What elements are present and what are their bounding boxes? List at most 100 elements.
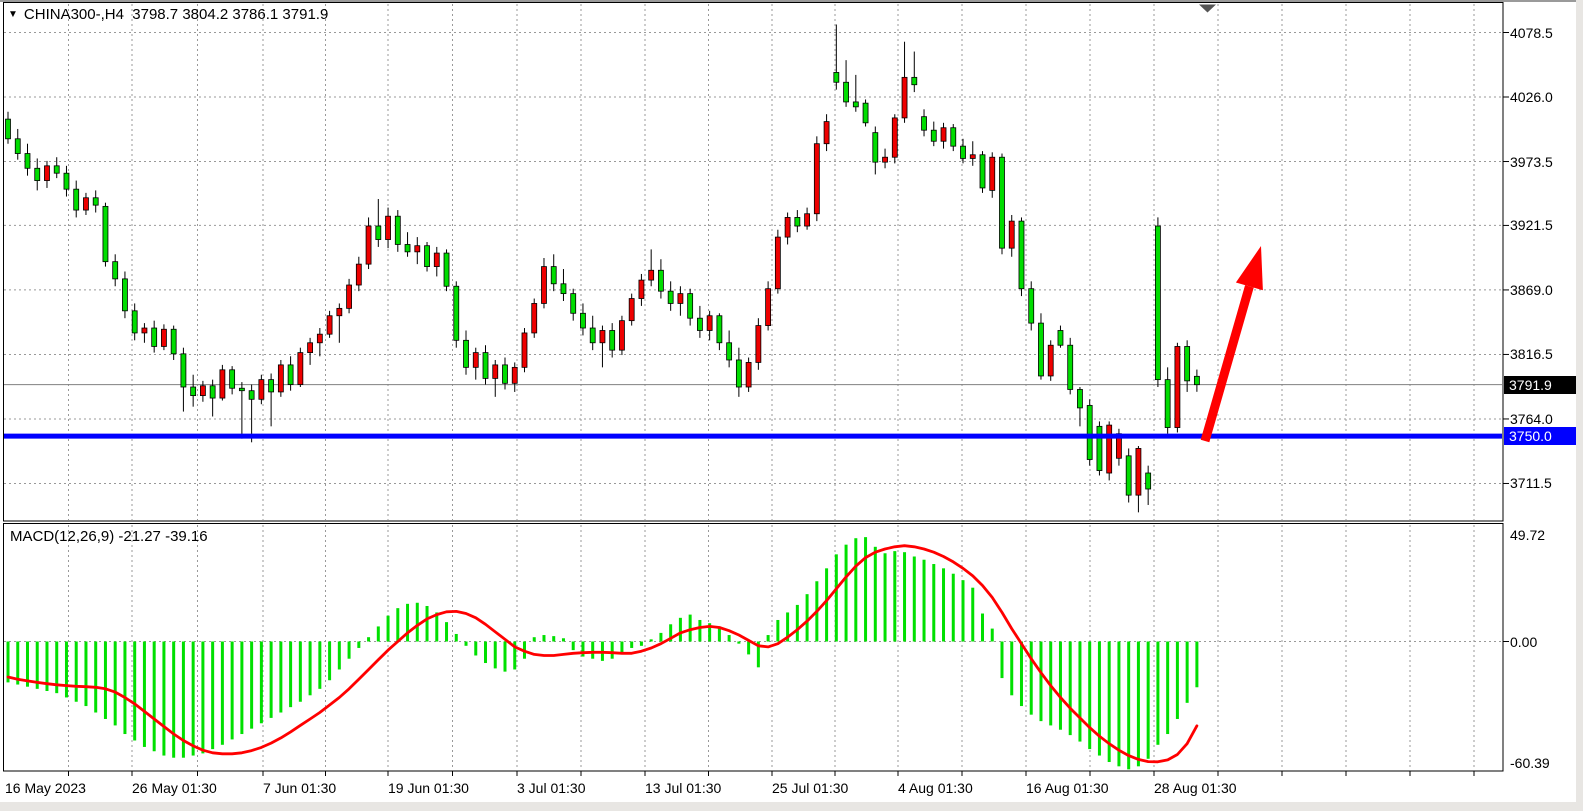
candle-body [473, 353, 478, 368]
candle-body [103, 206, 108, 261]
price-axis-label: 3973.5 [1510, 154, 1580, 170]
candle-body [230, 370, 235, 388]
macd-bar [1030, 642, 1033, 715]
macd-bar [893, 551, 896, 641]
candle-body [688, 294, 693, 319]
candle-body [483, 353, 488, 379]
candle-body [805, 214, 810, 226]
symbol-dropdown-icon[interactable]: ▼ [8, 9, 18, 20]
candle-body [1029, 289, 1034, 323]
candle-body [74, 189, 79, 210]
macd-bar [884, 553, 887, 641]
candle-body [376, 226, 381, 240]
macd-bar [591, 642, 594, 659]
macd-axis-label: 49.72 [1510, 527, 1580, 543]
candle-body [561, 284, 566, 294]
candle-body [415, 246, 420, 252]
macd-bar [640, 642, 643, 646]
macd-bar [581, 642, 584, 657]
candle-body [619, 321, 624, 350]
macd-bar [679, 618, 682, 642]
candle-body [707, 316, 712, 331]
candle-body [590, 328, 595, 343]
macd-bar [923, 560, 926, 642]
macd-bar [913, 556, 916, 641]
macd-bar [737, 642, 740, 644]
candle-body [1038, 323, 1043, 376]
macd-bar [776, 620, 779, 642]
candle-body [269, 380, 274, 392]
candle-body [200, 386, 205, 396]
macd-bar [932, 564, 935, 641]
chart-title: ▼CHINA300-,H4 3798.7 3804.2 3786.1 3791.… [8, 6, 328, 23]
candle-body [1165, 380, 1170, 428]
candle-body [629, 299, 634, 321]
trend-arrow-annotation[interactable] [1205, 246, 1263, 441]
macd-bar [192, 642, 195, 756]
macd-bar [845, 545, 848, 642]
macd-bar [903, 552, 906, 641]
macd-bar [1010, 642, 1013, 696]
candle-body [931, 130, 936, 141]
candle-body [980, 155, 985, 188]
candle-body [1126, 456, 1131, 495]
macd-bar [971, 588, 974, 642]
candle-body [658, 270, 663, 291]
macd-bar [981, 614, 984, 642]
candle-body [142, 328, 147, 333]
macd-bar [279, 642, 282, 713]
macd-bar [133, 642, 136, 741]
macd-bar [396, 608, 399, 641]
macd-bar [201, 642, 204, 754]
macd-bar [874, 547, 877, 642]
macd-bar [854, 538, 857, 641]
macd-bar [1000, 642, 1003, 679]
candle-body [308, 343, 313, 353]
candle-body [649, 270, 654, 280]
candle-body [113, 262, 118, 279]
macd-indicator-label: MACD(12,26,9) -21.27 -39.16 [10, 528, 208, 545]
window-bottom-edge [0, 802, 1583, 811]
candle-body [756, 326, 761, 363]
candle-body [1058, 330, 1063, 345]
macd-bar [84, 642, 87, 707]
macd-bar [1127, 642, 1130, 770]
candle-body [522, 333, 527, 367]
candle-body [191, 387, 196, 396]
macd-bar [562, 638, 565, 641]
macd-bar [474, 642, 477, 656]
candle-body [834, 72, 839, 82]
candle-body [25, 154, 30, 169]
macd-bar [328, 642, 331, 681]
candle-body [512, 367, 517, 383]
macd-bar [435, 612, 438, 641]
candle-body [1048, 345, 1053, 376]
candle-body [64, 173, 69, 189]
macd-bar [835, 554, 838, 641]
candle-body [122, 279, 127, 311]
price-axis-label: 4078.5 [1510, 25, 1580, 41]
candle-body [1068, 345, 1073, 389]
candle-body [132, 311, 137, 333]
macd-bar [1088, 642, 1091, 750]
candle-body [366, 226, 371, 264]
macd-bar [416, 603, 419, 642]
macd-bar [260, 642, 263, 724]
time-axis-label: 16 May 2023 [5, 779, 86, 797]
candle-body [15, 139, 20, 154]
candle-body [356, 264, 361, 285]
macd-bar [240, 642, 243, 735]
macd-bar [1078, 642, 1081, 742]
candle-body [181, 354, 186, 387]
macd-bar [162, 642, 165, 756]
candle-body [600, 330, 605, 342]
macd-bar [1039, 642, 1042, 722]
main-pane-border [4, 3, 1504, 522]
candle-body [249, 391, 254, 400]
candle-body [1155, 226, 1160, 380]
macd-bar [1020, 642, 1023, 707]
candle-body [152, 328, 157, 346]
candle-body [639, 280, 644, 298]
macd-bar [630, 642, 633, 648]
chart-canvas[interactable] [0, 0, 1583, 811]
